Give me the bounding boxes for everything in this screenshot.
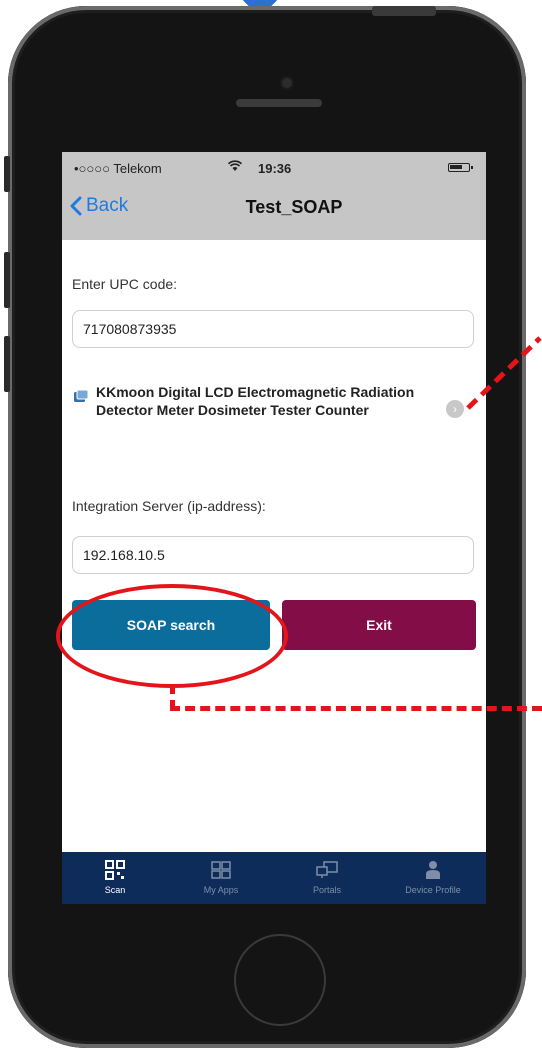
status-bar: •○○○○ Telekom 19:36 (62, 152, 486, 186)
home-button[interactable] (234, 934, 326, 1026)
battery-icon (448, 163, 473, 172)
product-icon (74, 390, 88, 402)
front-camera (280, 76, 294, 90)
portals-icon (316, 861, 338, 878)
tab-my-apps[interactable]: My Apps (168, 852, 274, 904)
tab-bar: Scan My Apps Portals Device Profile (62, 852, 486, 904)
server-ip-input[interactable] (72, 536, 474, 574)
power-button (372, 6, 436, 16)
apps-grid-icon (211, 861, 231, 879)
tab-device-profile[interactable]: Device Profile (380, 852, 486, 904)
annotation-dash-horizontal (170, 706, 542, 711)
server-label: Integration Server (ip-address): (72, 498, 266, 514)
person-icon (426, 861, 440, 879)
wifi-icon (227, 159, 243, 175)
carrier-label: •○○○○ Telekom (74, 161, 162, 176)
volume-up-button (4, 252, 10, 308)
navigation-bar: •○○○○ Telekom 19:36 Back Test_SOAP (62, 152, 486, 240)
highlight-ellipse (56, 584, 288, 688)
upc-label: Enter UPC code: (72, 276, 178, 292)
tab-portals-label: Portals (312, 885, 341, 895)
page-title: Test_SOAP (245, 197, 343, 217)
tab-portals[interactable]: Portals (274, 852, 380, 904)
qr-scan-icon (105, 860, 125, 880)
tab-scan[interactable]: Scan (62, 852, 168, 904)
mute-switch (4, 156, 10, 192)
annotation-dash-diagonal (466, 336, 542, 410)
earpiece-speaker (236, 99, 322, 107)
status-time: 19:36 (258, 161, 292, 176)
tab-scan-label: Scan (104, 885, 126, 895)
tab-device-profile-label: Device Profile (405, 885, 461, 895)
product-name: KKmoon Digital LCD Electromagnetic Radia… (96, 384, 415, 418)
exit-button[interactable]: Exit (282, 600, 476, 650)
tab-my-apps-label: My Apps (203, 885, 239, 895)
upc-input[interactable] (72, 310, 474, 348)
app-screen: •○○○○ Telekom 19:36 Back Test_SOAP Enter… (62, 152, 486, 904)
volume-down-button (4, 336, 10, 392)
